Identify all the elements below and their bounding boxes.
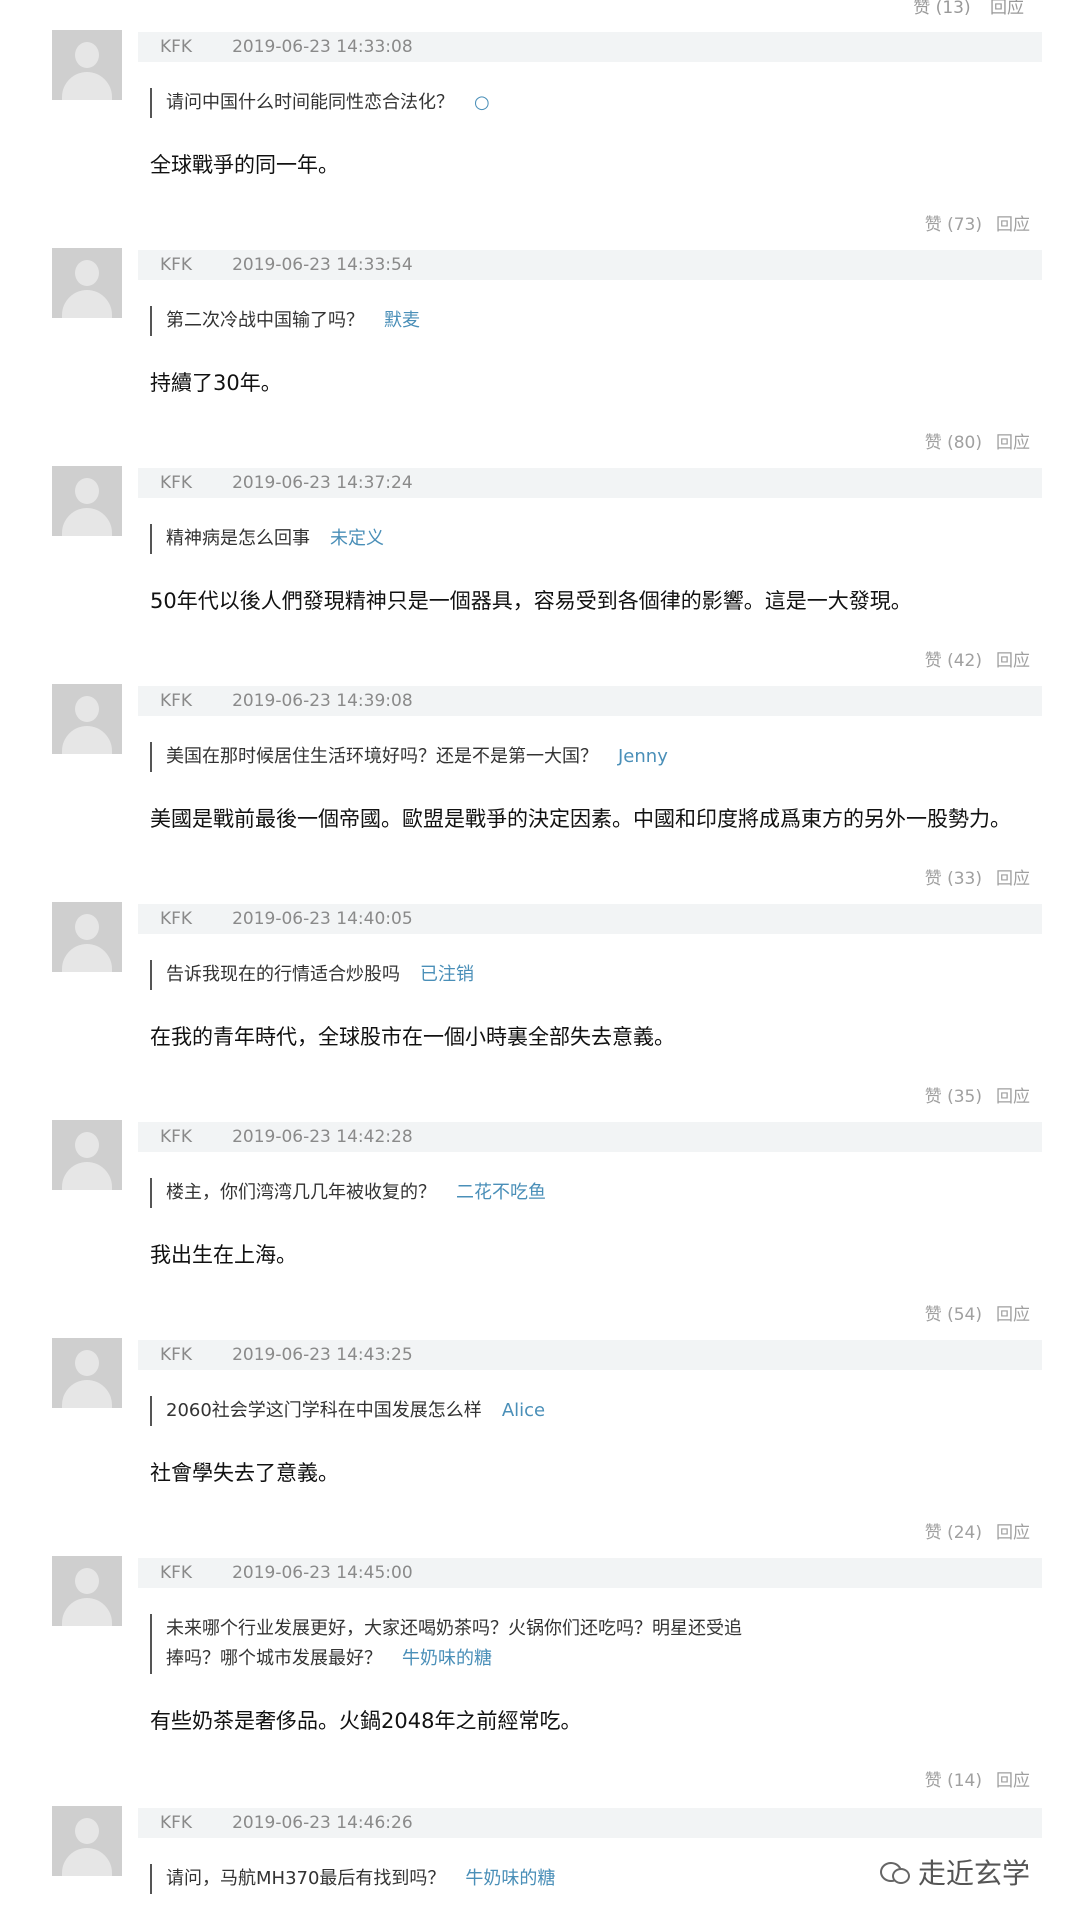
watermark-text: 走近玄学	[917, 1857, 1030, 1890]
post-meta: KFK 2019-06-23 14:45:00	[138, 1558, 1042, 1588]
avatar[interactable]	[52, 1338, 122, 1408]
answer-text: 社會學失去了意義。	[150, 1461, 339, 1485]
comment-post: KFK 2019-06-23 14:40:05 告诉我现在的行情适合炒股吗 已注销 …	[0, 872, 1080, 1107]
comment-post: KFK 2019-06-23 14:43:25 2060社会学这门学科在中国发展怎…	[0, 1308, 1080, 1543]
comment-post: KFK 2019-06-23 14:45:00 未来哪个行业发展更好，大家还喝奶茶…	[0, 1526, 1080, 1791]
post-meta: KFK 2019-06-23 14:46:26	[138, 1808, 1042, 1838]
username[interactable]: KFK	[160, 691, 192, 711]
post-meta: KFK 2019-06-23 14:43:25	[138, 1340, 1042, 1370]
asker-name[interactable]: 牛奶味的糖	[465, 1868, 555, 1889]
question-text: 2060社会学这门学科在中国发展怎么样	[166, 1400, 482, 1421]
timestamp: 2019-06-23 14:45:00	[232, 1563, 413, 1583]
asker-name[interactable]: 牛奶味的糖	[402, 1648, 492, 1669]
timestamp: 2019-06-23 14:33:08	[232, 37, 413, 57]
asker-name[interactable]: 未定义	[330, 528, 384, 549]
question-text: 楼主，你们湾湾几几年被收复的？	[166, 1182, 436, 1203]
comment-post: KFK 2019-06-23 14:39:08 美国在那时候居住生活环境好吗？还是…	[0, 654, 1080, 889]
avatar[interactable]	[52, 1120, 122, 1190]
asker-name[interactable]: 二花不吃鱼	[456, 1182, 546, 1203]
question-text: 精神病是怎么回事	[166, 528, 310, 549]
answer-text: 在我的青年時代，全球股市在一個小時裏全部失去意義。	[150, 1025, 675, 1049]
answer-text: 我出生在上海。	[150, 1243, 297, 1267]
post-meta: KFK 2019-06-23 14:40:05	[138, 904, 1042, 934]
username[interactable]: KFK	[160, 255, 192, 275]
question-text: 第二次冷战中国输了吗？	[166, 310, 364, 331]
timestamp: 2019-06-23 14:39:08	[232, 691, 413, 711]
timestamp: 2019-06-23 14:46:26	[232, 1813, 413, 1833]
question-text: 美国在那时候居住生活环境好吗？还是不是第一大国？	[166, 746, 598, 767]
username[interactable]: KFK	[160, 37, 192, 57]
timestamp: 2019-06-23 14:40:05	[232, 909, 413, 929]
username[interactable]: KFK	[160, 473, 192, 493]
timestamp: 2019-06-23 14:43:25	[232, 1345, 413, 1365]
post-meta: KFK 2019-06-23 14:33:08	[138, 32, 1042, 62]
asker-name[interactable]: Alice	[502, 1400, 545, 1421]
avatar[interactable]	[52, 684, 122, 754]
avatar[interactable]	[52, 466, 122, 536]
quoted-question: 请问中国什么时间能同性恋合法化？ ○	[150, 88, 880, 118]
asker-name[interactable]: 已注销	[420, 964, 474, 985]
answer-text: 美國是戰前最後一個帝國。歐盟是戰爭的決定因素。中國和印度將成爲東方的另外一股勢力…	[150, 807, 1011, 831]
quoted-question: 楼主，你们湾湾几几年被收复的？ 二花不吃鱼	[150, 1178, 880, 1208]
comment-post: KFK 2019-06-23 14:33:08 请问中国什么时间能同性恋合法化？ ○…	[0, 0, 1080, 235]
question-text: 告诉我现在的行情适合炒股吗	[166, 964, 400, 985]
quoted-question: 告诉我现在的行情适合炒股吗 已注销	[150, 960, 880, 990]
comment-post: KFK 2019-06-23 14:46:26 请问，马航MH370最后有找到吗？…	[0, 1776, 1080, 1920]
avatar[interactable]	[52, 1556, 122, 1626]
avatar[interactable]	[52, 30, 122, 100]
avatar[interactable]	[52, 1806, 122, 1876]
watermark: 走近玄学	[879, 1852, 1030, 1892]
timestamp: 2019-06-23 14:37:24	[232, 473, 413, 493]
comment-post: KFK 2019-06-23 14:42:28 楼主，你们湾湾几几年被收复的？ 二花…	[0, 1090, 1080, 1325]
post-meta: KFK 2019-06-23 14:33:54	[138, 250, 1042, 280]
quoted-question: 精神病是怎么回事 未定义	[150, 524, 880, 554]
asker-name[interactable]: Jenny	[618, 746, 668, 767]
quoted-question: 未来哪个行业发展更好，大家还喝奶茶吗？火锅你们还吃吗？明星还受追捧吗？哪个城市发…	[150, 1614, 750, 1674]
post-meta: KFK 2019-06-23 14:37:24	[138, 468, 1042, 498]
answer-text: 有些奶茶是奢侈品。火鍋2048年之前經常吃。	[150, 1709, 582, 1733]
question-text: 请问中国什么时间能同性恋合法化？	[166, 92, 454, 113]
timestamp: 2019-06-23 14:33:54	[232, 255, 413, 275]
quoted-question: 2060社会学这门学科在中国发展怎么样 Alice	[150, 1396, 880, 1426]
asker-name[interactable]: ○	[474, 92, 490, 113]
avatar[interactable]	[52, 902, 122, 972]
username[interactable]: KFK	[160, 1813, 192, 1833]
wechat-icon	[879, 1860, 910, 1884]
post-meta: KFK 2019-06-23 14:39:08	[138, 686, 1042, 716]
asker-name[interactable]: 默麦	[384, 310, 420, 331]
username[interactable]: KFK	[160, 1563, 192, 1583]
username[interactable]: KFK	[160, 1127, 192, 1147]
post-meta: KFK 2019-06-23 14:42:28	[138, 1122, 1042, 1152]
quoted-question: 美国在那时候居住生活环境好吗？还是不是第一大国？ Jenny	[150, 742, 880, 772]
avatar[interactable]	[52, 248, 122, 318]
timestamp: 2019-06-23 14:42:28	[232, 1127, 413, 1147]
answer-text: 50年代以後人們發現精神只是一個器具，容易受到各個律的影響。這是一大發現。	[150, 589, 912, 613]
answer-text: 全球戰爭的同一年。	[150, 153, 339, 177]
comment-post: KFK 2019-06-23 14:33:54 第二次冷战中国输了吗？ 默麦 持續了…	[0, 218, 1080, 453]
quoted-question: 第二次冷战中国输了吗？ 默麦	[150, 306, 880, 336]
comment-post: KFK 2019-06-23 14:37:24 精神病是怎么回事 未定义 50年代以…	[0, 436, 1080, 671]
question-text: 请问，马航MH370最后有找到吗？	[166, 1868, 446, 1889]
quoted-question: 请问，马航MH370最后有找到吗？ 牛奶味的糖	[150, 1864, 880, 1894]
username[interactable]: KFK	[160, 909, 192, 929]
username[interactable]: KFK	[160, 1345, 192, 1365]
answer-text: 持續了30年。	[150, 371, 282, 395]
